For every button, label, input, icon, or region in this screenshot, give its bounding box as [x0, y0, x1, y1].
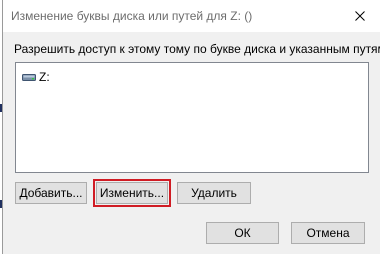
highlight-frame: Изменить... [93, 179, 171, 207]
list-item[interactable]: Z: [22, 69, 50, 85]
cancel-button[interactable]: Отмена [291, 222, 365, 244]
instruction-text: Разрешить доступ к этому тому по букве д… [14, 42, 380, 56]
delete-button[interactable]: Удалить [177, 182, 251, 204]
drive-icon [22, 73, 36, 81]
ok-button[interactable]: ОК [206, 222, 279, 244]
list-item-label: Z: [39, 70, 50, 84]
close-button[interactable] [340, 0, 380, 32]
title-bar: Изменение буквы диска или путей для Z: (… [3, 0, 380, 32]
close-icon [355, 11, 365, 21]
window-title: Изменение буквы диска или путей для Z: (… [11, 9, 253, 23]
change-drive-letter-dialog: Изменение буквы диска или путей для Z: (… [2, 0, 380, 254]
change-button[interactable]: Изменить... [96, 182, 168, 204]
add-button[interactable]: Добавить... [15, 182, 87, 204]
drive-path-list[interactable]: Z: [15, 62, 369, 173]
